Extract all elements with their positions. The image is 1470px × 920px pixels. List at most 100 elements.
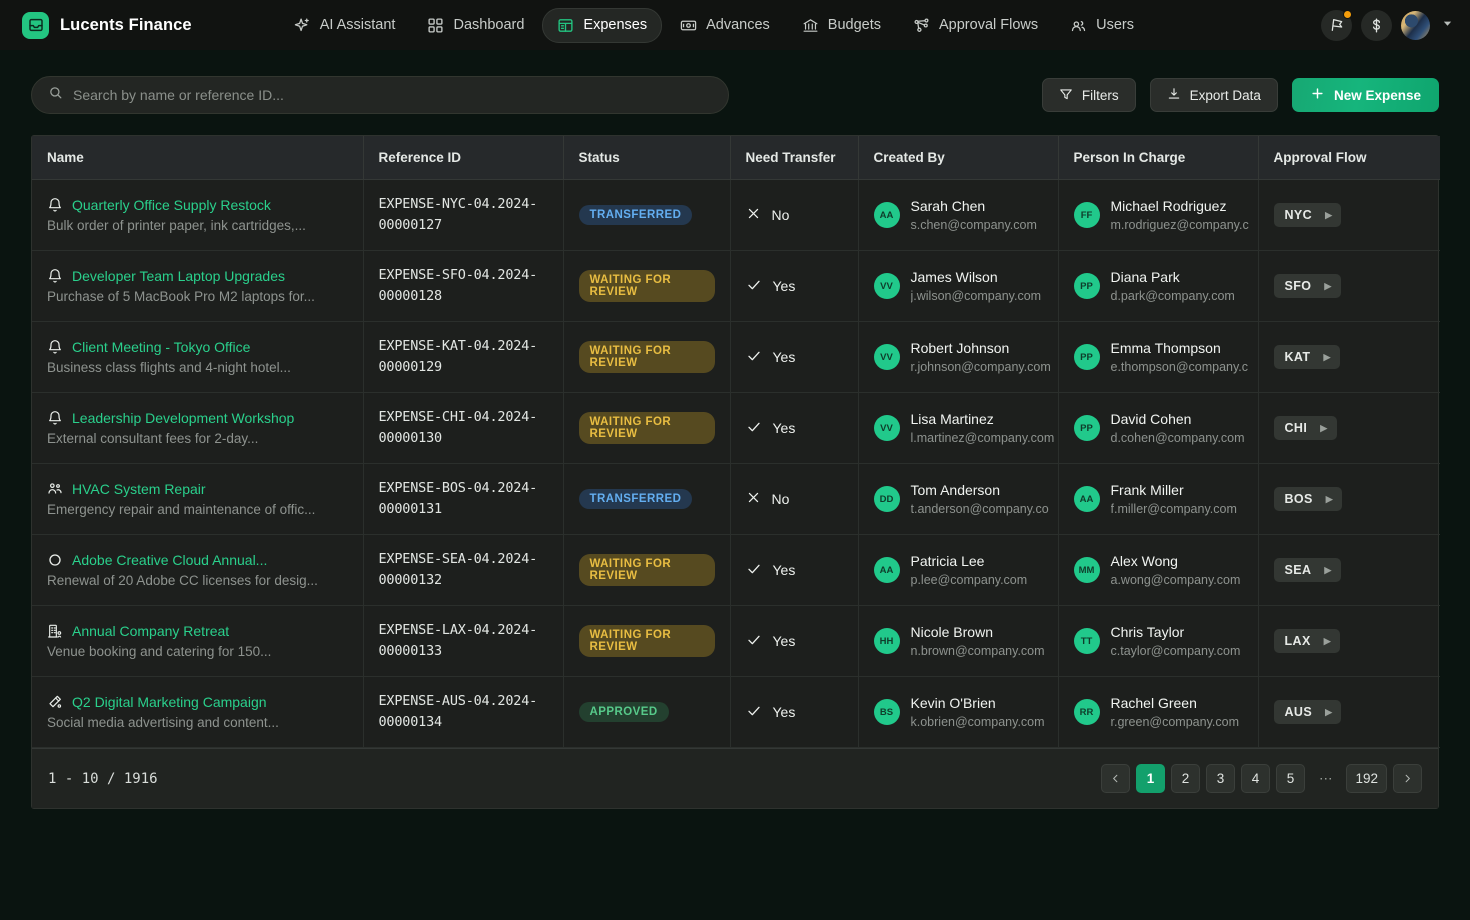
nav-item-expenses[interactable]: Expenses [542, 7, 663, 43]
table-row[interactable]: Annual Company Retreat Venue booking and … [32, 605, 1440, 677]
cell-name: Leadership Development Workshop External … [32, 392, 364, 464]
expense-name-link[interactable]: Q2 Digital Marketing Campaign [72, 694, 267, 710]
avatar[interactable] [1401, 10, 1430, 40]
funnel-icon [1059, 87, 1073, 104]
created-by-name: James Wilson [910, 269, 998, 285]
search-input[interactable] [73, 87, 712, 103]
bank-icon [802, 17, 819, 34]
column-header-status[interactable]: Status [563, 136, 731, 180]
table-row[interactable]: Leadership Development Workshop External … [32, 392, 1440, 464]
status-badge: APPROVED [578, 702, 669, 722]
column-header-reference[interactable]: Reference ID [363, 136, 564, 180]
avatar: FF [1073, 202, 1100, 228]
approval-flow-chip[interactable]: CHI ▶ [1273, 416, 1337, 440]
expense-description: External consultant fees for 2-day... [47, 431, 259, 446]
reference-id-text: EXPENSE-BOS-04.2024-00000131 [378, 480, 538, 517]
expense-description: Social media advertising and content... [47, 715, 279, 730]
column-header-need-transfer[interactable]: Need Transfer [730, 136, 859, 180]
pagination-page-2[interactable]: 2 [1170, 764, 1200, 793]
table-row[interactable]: Adobe Creative Cloud Annual... Renewal of… [32, 534, 1440, 606]
pagination-prev-button[interactable] [1100, 764, 1130, 793]
created-by-email: k.obrien@company.com [910, 715, 1045, 729]
expense-name-link[interactable]: Adobe Creative Cloud Annual... [72, 552, 267, 568]
approval-flow-chip[interactable]: NYC ▶ [1273, 203, 1342, 227]
nav-item-advances[interactable]: Advances [666, 9, 784, 42]
table-header-row: Name Reference ID Status Need Transfer C… [32, 136, 1440, 180]
expense-name-link[interactable]: Developer Team Laptop Upgrades [72, 268, 285, 284]
pagination-page-1[interactable]: 1 [1135, 764, 1165, 793]
need-transfer-value: Yes [772, 349, 796, 365]
avatar: HH [873, 628, 900, 654]
table-row[interactable]: Developer Team Laptop Upgrades Purchase o… [32, 250, 1440, 322]
cell-need-transfer: Yes [730, 321, 859, 393]
pagination-next-button[interactable] [1393, 764, 1422, 793]
table-row[interactable]: HVAC System Repair Emergency repair and m… [32, 463, 1440, 535]
cell-status: WAITING FOR REVIEW [563, 392, 731, 464]
chevron-right-icon: ▶ [1323, 635, 1332, 646]
currency-button[interactable] [1361, 9, 1392, 41]
x-icon [746, 206, 761, 224]
avatar: PP [1073, 344, 1100, 370]
bell-icon [47, 410, 63, 426]
expense-name-link[interactable]: Annual Company Retreat [72, 623, 229, 639]
table-row[interactable]: Client Meeting - Tokyo Office Business cl… [32, 321, 1440, 393]
approval-flow-chip[interactable]: KAT ▶ [1273, 345, 1340, 369]
cell-status: TRANSFERRED [563, 463, 731, 535]
approval-flow-code: AUS [1284, 705, 1313, 719]
filters-button[interactable]: Filters [1041, 78, 1136, 112]
table-row[interactable]: Q2 Digital Marketing Campaign Social medi… [32, 676, 1440, 748]
approval-flow-chip[interactable]: LAX ▶ [1273, 629, 1341, 653]
chevron-right-icon: ▶ [1324, 564, 1332, 575]
plus-icon [1310, 86, 1325, 104]
created-by-email: l.martinez@company.com [910, 431, 1055, 445]
pagination-page-4[interactable]: 4 [1240, 764, 1270, 793]
table-row[interactable]: Quarterly Office Supply Restock Bulk orde… [32, 179, 1440, 251]
chevron-down-icon[interactable] [1439, 13, 1456, 37]
nav-right-controls [1321, 9, 1456, 41]
column-header-person-in-charge[interactable]: Person In Charge [1058, 136, 1259, 180]
expense-name-link[interactable]: Leadership Development Workshop [72, 410, 294, 426]
approval-flow-chip[interactable]: BOS ▶ [1273, 487, 1343, 511]
new-expense-button[interactable]: New Expense [1291, 78, 1439, 112]
pagination-page-5[interactable]: 5 [1275, 764, 1305, 793]
pagination-count: 1 - 10 / 1916 [48, 770, 158, 787]
nav-item-users[interactable]: Users [1056, 9, 1148, 42]
flag-icon-button[interactable] [1321, 9, 1352, 41]
nav-item-dashboard[interactable]: Dashboard [413, 9, 538, 42]
person-in-charge-name: Emma Thompson [1110, 340, 1221, 356]
inbox-icon [22, 11, 49, 39]
approval-flow-code: KAT [1284, 350, 1311, 364]
column-header-approval-flow[interactable]: Approval Flow [1258, 136, 1440, 180]
column-header-name[interactable]: Name [32, 136, 364, 180]
export-data-button[interactable]: Export Data [1149, 78, 1278, 112]
avatar: AA [873, 557, 900, 583]
avatar: MM [1073, 557, 1100, 583]
expense-name-link[interactable]: Client Meeting - Tokyo Office [72, 339, 250, 355]
person-in-charge-email: r.green@company.com [1110, 715, 1240, 729]
cell-status: WAITING FOR REVIEW [563, 605, 731, 677]
nav-item-budgets[interactable]: Budgets [788, 9, 895, 42]
pagination-page-192[interactable]: 192 [1346, 764, 1387, 793]
cell-person-in-charge: PP Emma Thompson e.thompson@company.c [1058, 321, 1259, 393]
chevron-left-icon [1112, 774, 1118, 783]
cell-approval-flow: BOS ▶ [1258, 463, 1440, 535]
nav-item-approval-flows[interactable]: Approval Flows [899, 9, 1052, 42]
column-header-created-by[interactable]: Created By [858, 136, 1059, 180]
brand[interactable]: Lucents Finance [22, 11, 192, 39]
approval-flow-chip[interactable]: SFO ▶ [1273, 274, 1341, 298]
avatar: TT [1073, 628, 1100, 654]
cell-status: WAITING FOR REVIEW [563, 321, 731, 393]
expense-name-link[interactable]: HVAC System Repair [72, 481, 206, 497]
pagination-page-3[interactable]: 3 [1205, 764, 1235, 793]
nav-item-ai-assistant[interactable]: AI Assistant [280, 9, 410, 42]
avatar: DD [873, 486, 900, 512]
person-in-charge-email: c.taylor@company.com [1110, 644, 1241, 658]
avatar: PP [1073, 415, 1100, 441]
approval-flow-chip[interactable]: SEA ▶ [1273, 558, 1341, 582]
expense-description: Business class flights and 4-night hotel… [47, 360, 291, 375]
expense-name-link[interactable]: Quarterly Office Supply Restock [72, 197, 271, 213]
search-box[interactable] [31, 76, 729, 114]
person-in-charge-email: e.thompson@company.c [1110, 360, 1249, 374]
approval-flow-chip[interactable]: AUS ▶ [1273, 700, 1342, 724]
need-transfer-value: Yes [772, 420, 796, 436]
